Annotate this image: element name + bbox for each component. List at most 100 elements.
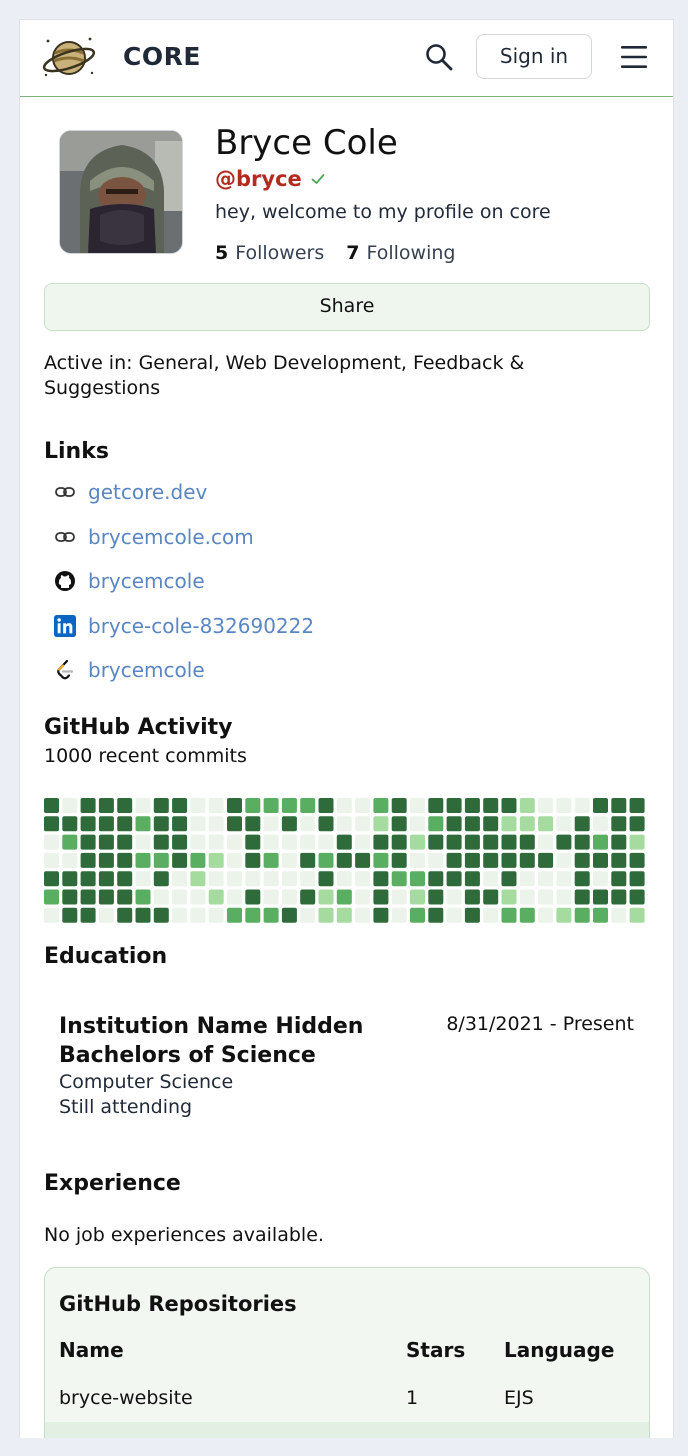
heatmap-cell (300, 907, 316, 923)
heatmap-cell (373, 852, 389, 868)
heatmap-cell (172, 889, 188, 905)
heatmap-cell (373, 798, 389, 813)
heatmap-cell (391, 798, 407, 813)
degree: Bachelors of Science (59, 1043, 316, 1068)
heatmap-cell (318, 871, 334, 887)
brand-title[interactable]: CORE (123, 42, 201, 71)
heatmap-cell (80, 798, 96, 813)
heatmap-cell (593, 834, 608, 850)
heatmap-cell (556, 889, 572, 905)
heatmap-cell (629, 852, 645, 868)
heatmap-cell (428, 889, 444, 905)
heatmap-cell (501, 852, 517, 868)
github-repositories-card: GitHub Repositories Name Stars Language … (44, 1267, 650, 1438)
heatmap-cell (98, 871, 114, 887)
heatmap-cell (62, 816, 78, 832)
heatmap-cell (336, 871, 352, 887)
followers-count: 5 (215, 242, 229, 264)
heatmap-cell (464, 816, 480, 832)
heatmap-cell (190, 834, 206, 850)
heatmap-cell (629, 816, 645, 832)
followers-label: Followers (235, 242, 325, 264)
heatmap-cell (281, 907, 297, 923)
heatmap-cell (98, 834, 114, 850)
heatmap-cell (281, 871, 297, 887)
link-label: brycemcole.com (88, 525, 254, 549)
heatmap-cell (281, 816, 297, 832)
hamburger-menu-icon[interactable] (620, 44, 648, 70)
heatmap-cell (629, 871, 645, 887)
heatmap-cell (62, 907, 78, 923)
heatmap-cell (428, 852, 444, 868)
heatmap-cell (227, 834, 242, 850)
education-dates: 8/31/2021 - Present (446, 1013, 634, 1035)
heatmap-cell (172, 798, 188, 813)
heatmap-cell (446, 798, 462, 813)
sign-in-button[interactable]: Sign in (476, 34, 592, 79)
heatmap-cell (117, 834, 133, 850)
following-label: Following (366, 242, 456, 264)
heatmap-cell (263, 871, 279, 887)
heatmap-cell (428, 798, 444, 813)
heatmap-cell (153, 907, 169, 923)
heatmap-cell (44, 834, 59, 850)
following-link[interactable]: 7 Following (346, 242, 455, 264)
heatmap-cell (336, 816, 352, 832)
heatmap-cell (410, 816, 425, 832)
heatmap-cell (62, 798, 78, 813)
heatmap-cell (135, 907, 151, 923)
heatmap-cell (410, 889, 425, 905)
link-item-github[interactable]: brycemcole (54, 566, 205, 596)
heatmap-cell (153, 798, 169, 813)
heatmap-cell (80, 871, 96, 887)
heatmap-cell (483, 889, 499, 905)
link-item-leetcode[interactable]: brycemcole (54, 655, 205, 685)
heatmap-cell (538, 798, 554, 813)
heatmap-cell (245, 871, 261, 887)
heatmap-cell (593, 852, 608, 868)
search-icon[interactable] (424, 42, 454, 72)
heatmap-cell (300, 798, 316, 813)
repo-name[interactable]: bryce-website (59, 1387, 193, 1409)
saturn-logo-icon[interactable] (42, 33, 96, 83)
heatmap-cell (410, 852, 425, 868)
heatmap-cell (428, 816, 444, 832)
link-item-getcore[interactable]: getcore.dev (54, 477, 207, 507)
heatmap-cell (227, 889, 242, 905)
heatmap-cell (281, 798, 297, 813)
heatmap-cell (190, 871, 206, 887)
heatmap-cell (501, 816, 517, 832)
link-item-website[interactable]: brycemcole.com (54, 522, 254, 552)
heatmap-cell (501, 889, 517, 905)
heatmap-cell (538, 852, 554, 868)
heatmap-cell (556, 798, 572, 813)
heatmap-cell (263, 834, 279, 850)
heatmap-cell (153, 834, 169, 850)
heatmap-cell (556, 816, 572, 832)
heatmap-cell (410, 834, 425, 850)
heatmap-cell (318, 907, 334, 923)
link-label: brycemcole (88, 658, 205, 682)
heatmap-cell (519, 852, 535, 868)
repo-language: EJS (504, 1387, 534, 1409)
profile-page: CORE Sign in Bryce Cole @bryce hey, welc… (19, 19, 674, 1438)
heatmap-cell (355, 852, 371, 868)
heatmap-cell (391, 834, 407, 850)
followers-link[interactable]: 5 Followers (215, 242, 324, 264)
heatmap-cell (355, 889, 371, 905)
heatmap-cell (300, 816, 316, 832)
heatmap-cell (391, 889, 407, 905)
heatmap-cell (80, 907, 96, 923)
link-item-linkedin[interactable]: bryce-cole-832690222 (54, 611, 314, 641)
heatmap-cell (227, 798, 242, 813)
heatmap-cell (538, 834, 554, 850)
username-handle[interactable]: @bryce (215, 167, 302, 191)
share-button[interactable]: Share (44, 283, 650, 331)
heatmap-cell (355, 871, 371, 887)
heatmap-cell (611, 798, 627, 813)
heatmap-cell (98, 816, 114, 832)
heatmap-cell (62, 834, 78, 850)
education-heading: Education (44, 944, 168, 969)
heatmap-cell (208, 889, 224, 905)
github-icon (54, 570, 76, 592)
